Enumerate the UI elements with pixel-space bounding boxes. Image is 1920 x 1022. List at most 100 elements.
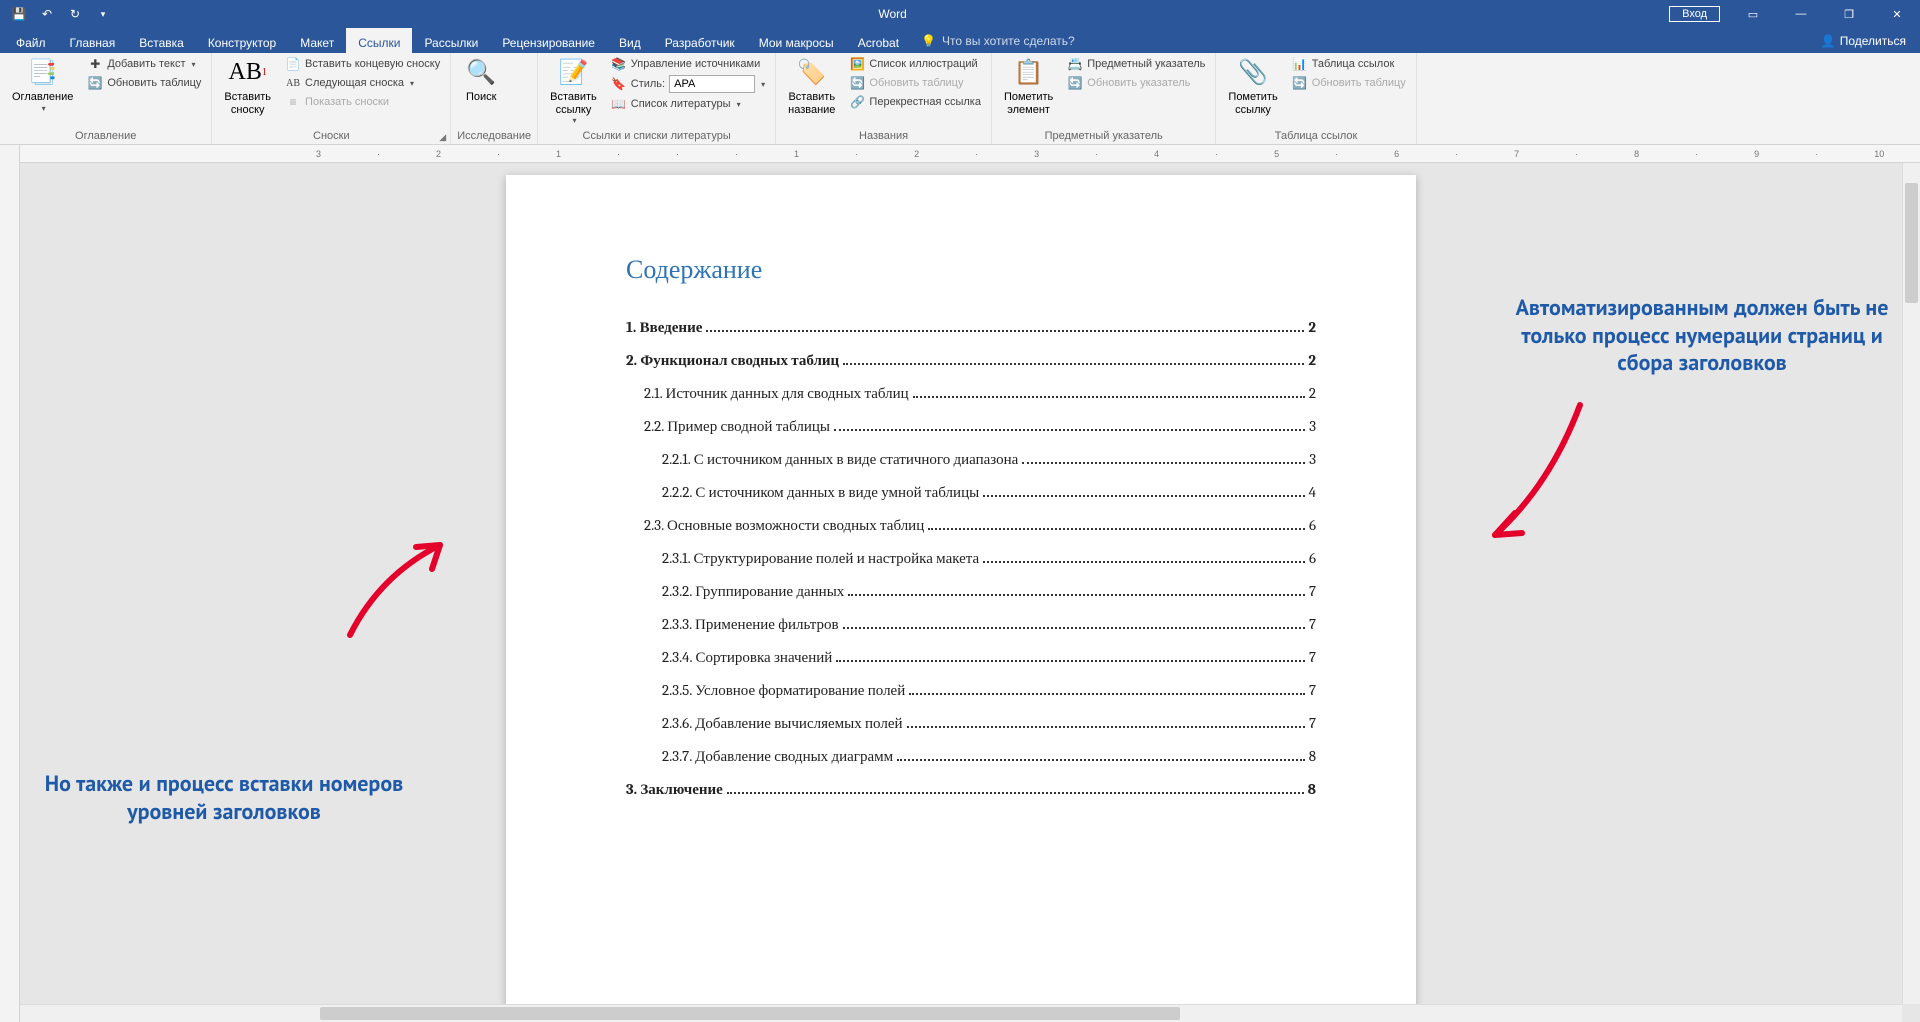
tab-references[interactable]: Ссылки bbox=[346, 28, 412, 53]
footnotes-launcher[interactable]: ◢ bbox=[439, 132, 446, 143]
toc-page-number: 2 bbox=[1308, 350, 1316, 371]
update-authorities: 🔄Обновить таблицу bbox=[1288, 74, 1410, 92]
chevron-down-icon: ▾ bbox=[192, 60, 196, 69]
scrollbar-thumb[interactable] bbox=[1905, 183, 1918, 303]
toc-update[interactable]: 🔄Обновить таблицу bbox=[83, 74, 205, 92]
toc-leader-dots bbox=[727, 792, 1304, 794]
toc-button[interactable]: 📑 Оглавление ▾ bbox=[6, 55, 79, 115]
toc-entry[interactable]: 2.3.4. Сортировка значений 7 bbox=[626, 647, 1316, 668]
insert-footnote-button[interactable]: AB1 Вставить сноску bbox=[218, 55, 277, 118]
mark-entry-button[interactable]: 📋 Пометить элемент bbox=[998, 55, 1059, 118]
horizontal-ruler[interactable]: 3·2·1···1·2·3·4·5·6·7·8·9·10·11·12·13·14… bbox=[20, 145, 1920, 163]
vertical-scrollbar[interactable] bbox=[1902, 163, 1920, 1004]
table-of-figures[interactable]: 🖼️Список иллюстраций bbox=[845, 55, 985, 73]
undo-icon: ↶ bbox=[42, 7, 52, 21]
toc-page-number: 7 bbox=[1309, 647, 1316, 668]
mark-entry-icon: 📋 bbox=[1013, 57, 1045, 89]
insert-caption-button[interactable]: 🏷️ Вставить название bbox=[782, 55, 841, 118]
toc-entry[interactable]: 2.3. Основные возможности сводных таблиц… bbox=[626, 515, 1316, 536]
tab-mailings[interactable]: Рассылки bbox=[412, 28, 490, 53]
ribbon-display-options[interactable]: ▭ bbox=[1730, 0, 1776, 28]
maximize-button[interactable]: ❐ bbox=[1826, 0, 1872, 28]
insert-caption-label: Вставить название bbox=[788, 91, 835, 116]
horizontal-scrollbar[interactable] bbox=[20, 1004, 1902, 1022]
tab-design[interactable]: Конструктор bbox=[196, 28, 288, 53]
toc-entry[interactable]: 2.1. Источник данных для сводных таблиц … bbox=[626, 383, 1316, 404]
tab-view[interactable]: Вид bbox=[607, 28, 653, 53]
chevron-down-icon: ▾ bbox=[42, 104, 46, 113]
insert-endnote[interactable]: 📄Вставить концевую сноску bbox=[281, 55, 444, 73]
mark-citation-button[interactable]: 📎 Пометить ссылку bbox=[1222, 55, 1283, 118]
toc-entry[interactable]: 2.3.6. Добавление вычисляемых полей 7 bbox=[626, 713, 1316, 734]
tab-review[interactable]: Рецензирование bbox=[490, 28, 607, 53]
vertical-ruler[interactable] bbox=[0, 145, 20, 1022]
toc-text: 2.3.2. Группирование данных bbox=[662, 581, 844, 602]
qat-redo[interactable]: ↻ bbox=[62, 2, 88, 26]
toc-add-text[interactable]: ✚Добавить текст▾ bbox=[83, 55, 205, 73]
chevron-down-icon: ▾ bbox=[410, 79, 414, 88]
toc-entry[interactable]: 2.3.3. Применение фильтров 7 bbox=[626, 614, 1316, 635]
insert-citation-label: Вставить ссылку bbox=[550, 91, 597, 116]
ribbon-group-research: 🔍 Поиск Исследование bbox=[451, 53, 538, 144]
ribbon-group-captions: 🏷️ Вставить название 🖼️Список иллюстраци… bbox=[776, 53, 992, 144]
share-button[interactable]: 👤 Поделиться bbox=[1807, 28, 1920, 53]
update-figures: 🔄Обновить таблицу bbox=[845, 74, 985, 92]
chevron-down-icon: ▾ bbox=[737, 100, 741, 109]
toc-entry[interactable]: 3. Заключение 8 bbox=[626, 779, 1316, 800]
toc-entry[interactable]: 2.3.5. Условное форматирование полей 7 bbox=[626, 680, 1316, 701]
bibliography[interactable]: 📖Список литературы▾ bbox=[607, 95, 769, 113]
tab-insert[interactable]: Вставка bbox=[127, 28, 196, 53]
toc-entry[interactable]: 2.2.2. С источником данных в виде умной … bbox=[626, 482, 1316, 503]
refresh-icon: 🔄 bbox=[1067, 75, 1083, 91]
toc-leader-dots bbox=[897, 759, 1305, 761]
qat-save[interactable]: 💾 bbox=[6, 2, 32, 26]
toc-leader-dots bbox=[834, 429, 1305, 431]
caption-icon: 🏷️ bbox=[796, 57, 828, 89]
tab-my-macros[interactable]: Мои макросы bbox=[747, 28, 846, 53]
toc-entry[interactable]: 2.3.2. Группирование данных 7 bbox=[626, 581, 1316, 602]
style-select[interactable] bbox=[669, 75, 755, 93]
group-label-captions: Названия bbox=[782, 129, 985, 144]
qat-undo[interactable]: ↶ bbox=[34, 2, 60, 26]
group-label-citations: Ссылки и списки литературы bbox=[544, 129, 769, 144]
tell-me-search[interactable]: 💡 Что вы хотите сделать? bbox=[911, 28, 1085, 53]
citation-style[interactable]: 🔖Стиль: ▾ bbox=[607, 74, 769, 94]
toc-entry[interactable]: 2.2.1. С источником данных в виде статич… bbox=[626, 449, 1316, 470]
tell-me-placeholder: Что вы хотите сделать? bbox=[942, 34, 1075, 48]
tab-home[interactable]: Главная bbox=[58, 28, 128, 53]
group-label-index: Предметный указатель bbox=[998, 129, 1209, 144]
toc-entry[interactable]: 2.3.1. Структурирование полей и настройк… bbox=[626, 548, 1316, 569]
group-label-authorities: Таблица ссылок bbox=[1222, 129, 1409, 144]
insert-citation-button[interactable]: 📝 Вставить ссылку ▾ bbox=[544, 55, 603, 127]
redo-icon: ↻ bbox=[70, 7, 80, 21]
minimize-button[interactable]: — bbox=[1778, 0, 1824, 28]
next-footnote[interactable]: ABСледующая сноска▾ bbox=[281, 74, 444, 92]
toc-entry[interactable]: 2.3.7. Добавление сводных диаграмм 8 bbox=[626, 746, 1316, 767]
login-button[interactable]: Вход bbox=[1669, 6, 1720, 22]
tab-layout[interactable]: Макет bbox=[288, 28, 346, 53]
manage-sources[interactable]: 📚Управление источниками bbox=[607, 55, 769, 73]
toc-leader-dots bbox=[907, 726, 1305, 728]
toc-leader-dots bbox=[848, 594, 1305, 596]
document-scroll[interactable]: Содержание 1. Введение 22. Функционал св… bbox=[20, 163, 1902, 1004]
insert-authorities[interactable]: 📊Таблица ссылок bbox=[1288, 55, 1410, 73]
toc-text: 2.3.7. Добавление сводных диаграмм bbox=[662, 746, 893, 767]
cross-reference[interactable]: 🔗Перекрестная ссылка bbox=[845, 93, 985, 111]
document-page[interactable]: Содержание 1. Введение 22. Функционал св… bbox=[506, 175, 1416, 1004]
toc-entry[interactable]: 2. Функционал сводных таблиц 2 bbox=[626, 350, 1316, 371]
smart-lookup-button[interactable]: 🔍 Поиск bbox=[457, 55, 505, 106]
app-title: Word bbox=[116, 7, 1669, 21]
qat-customize[interactable]: ▾ bbox=[90, 2, 116, 26]
insert-index[interactable]: 📇Предметный указатель bbox=[1063, 55, 1209, 73]
close-button[interactable]: ✕ bbox=[1874, 0, 1920, 28]
chevron-down-icon: ▾ bbox=[572, 116, 576, 125]
scrollbar-thumb[interactable] bbox=[320, 1007, 1180, 1020]
refresh-icon: 🔄 bbox=[87, 75, 103, 91]
menubar: Файл Главная Вставка Конструктор Макет С… bbox=[0, 28, 1920, 53]
plus-icon: ✚ bbox=[87, 56, 103, 72]
tab-file[interactable]: Файл bbox=[4, 28, 58, 53]
tab-developer[interactable]: Разработчик bbox=[653, 28, 747, 53]
tab-acrobat[interactable]: Acrobat bbox=[846, 28, 911, 53]
toc-entry[interactable]: 1. Введение 2 bbox=[626, 317, 1316, 338]
toc-entry[interactable]: 2.2. Пример сводной таблицы 3 bbox=[626, 416, 1316, 437]
